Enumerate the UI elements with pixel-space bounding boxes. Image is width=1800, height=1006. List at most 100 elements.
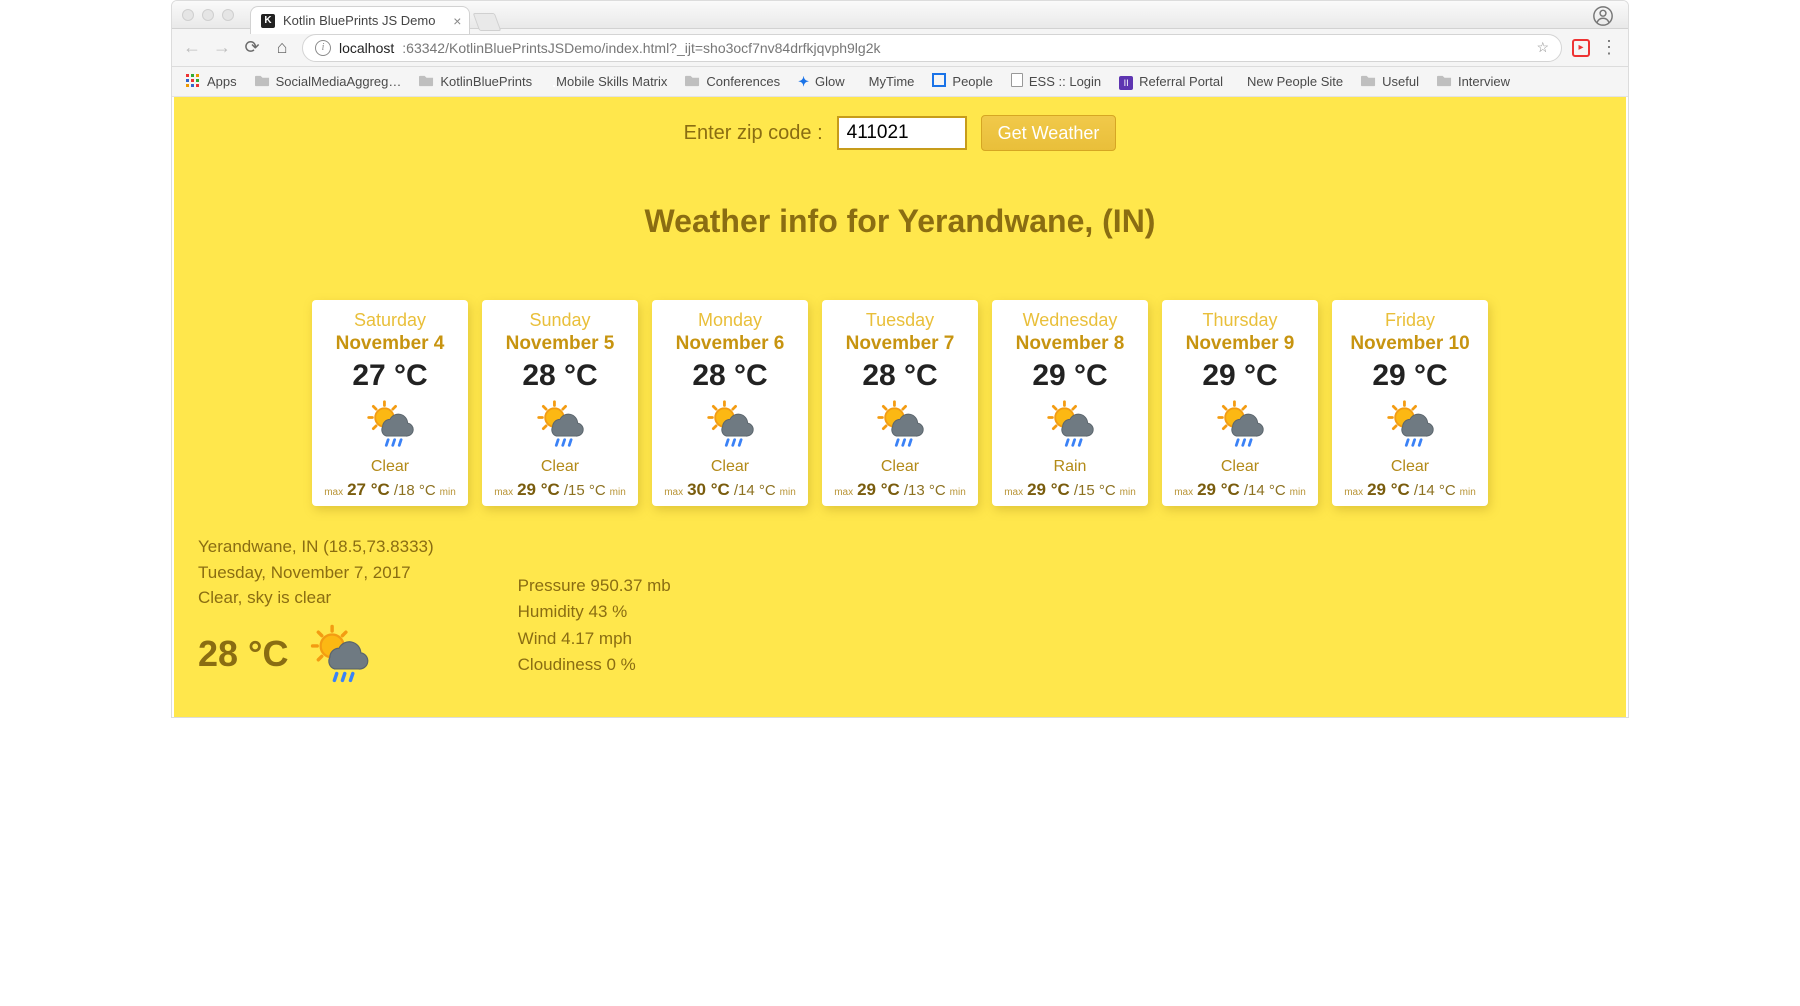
max-label: max: [494, 487, 513, 498]
bookmark-label: MyTime: [869, 74, 915, 89]
card-temp: 28 °C: [828, 359, 972, 393]
min-label: min: [610, 487, 626, 498]
card-min: /13 °C: [904, 482, 946, 499]
browser-menu-icon[interactable]: ⋮: [1600, 37, 1618, 58]
page-viewport: Enter zip code : Get Weather Weather inf…: [172, 97, 1628, 717]
bookmark-star-icon[interactable]: ☆: [1536, 39, 1549, 56]
bookmark-item[interactable]: Conferences: [685, 73, 780, 91]
forecast-cards: SaturdayNovember 427 °CClearmax27 °C /18…: [198, 300, 1602, 506]
reload-button[interactable]: ⟳: [242, 37, 262, 58]
card-temp: 28 °C: [658, 359, 802, 393]
weather-icon: [1213, 399, 1267, 449]
zip-input[interactable]: [837, 116, 967, 150]
bookmark-item[interactable]: Apps: [186, 74, 237, 89]
bookmark-item[interactable]: People: [932, 73, 992, 90]
bookmark-label: Interview: [1458, 74, 1510, 89]
min-label: min: [1460, 487, 1476, 498]
tab-strip: K Kotlin BluePrints JS Demo ×: [250, 4, 498, 34]
get-weather-button[interactable]: Get Weather: [981, 115, 1117, 151]
doc-icon: [1011, 73, 1023, 90]
bookmark-item[interactable]: IIReferral Portal: [1119, 74, 1223, 90]
card-temp: 27 °C: [318, 359, 462, 393]
bookmark-label: Apps: [207, 74, 237, 89]
home-button[interactable]: ⌂: [272, 37, 292, 58]
bookmark-item[interactable]: ESS :: Login: [1011, 73, 1101, 90]
card-range: max 29 °C /14 °C min: [1338, 480, 1482, 500]
card-min: /14 °C: [1244, 482, 1286, 499]
card-min: /14 °C: [734, 482, 776, 499]
card-min: /14 °C: [1414, 482, 1456, 499]
bookmark-item[interactable]: KotlinBluePrints: [419, 73, 532, 91]
bookmark-item[interactable]: MyTime: [863, 74, 915, 89]
card-temp: 29 °C: [998, 359, 1142, 393]
details-section: Yerandwane, IN (18.5,73.8333) Tuesday, N…: [198, 534, 1602, 685]
forecast-card[interactable]: WednesdayNovember 829 °CRainmax29 °C /15…: [992, 300, 1148, 506]
card-max: 30 °C: [687, 480, 730, 500]
close-tab-icon[interactable]: ×: [453, 13, 461, 29]
forecast-card[interactable]: SundayNovember 528 °CClearmax29 °C /15 °…: [482, 300, 638, 506]
site-info-icon[interactable]: i: [315, 40, 331, 56]
bookmark-label: ESS :: Login: [1029, 74, 1101, 89]
folder-icon: [1361, 73, 1376, 91]
details-left: Yerandwane, IN (18.5,73.8333) Tuesday, N…: [198, 534, 434, 685]
apps-icon: [186, 74, 201, 89]
card-date: November 10: [1338, 333, 1482, 355]
forecast-card[interactable]: MondayNovember 628 °CClearmax30 °C /14 °…: [652, 300, 808, 506]
window-controls[interactable]: [182, 9, 234, 21]
forecast-card[interactable]: FridayNovember 1029 °CClearmax29 °C /14 …: [1332, 300, 1488, 506]
bookmark-label: Conferences: [706, 74, 780, 89]
bookmark-item[interactable]: ✦ Glow: [798, 74, 845, 90]
forecast-card[interactable]: ThursdayNovember 929 °CClearmax29 °C /14…: [1162, 300, 1318, 506]
card-date: November 9: [1168, 333, 1312, 355]
url-host: localhost: [339, 40, 394, 56]
bookmark-item[interactable]: Interview: [1437, 73, 1510, 91]
bookmark-label: Glow: [815, 74, 845, 89]
bookmark-label: Mobile Skills Matrix: [556, 74, 667, 89]
card-day: Saturday: [318, 310, 462, 331]
profile-avatar-icon[interactable]: [1592, 5, 1614, 32]
browser-tab[interactable]: K Kotlin BluePrints JS Demo ×: [250, 6, 470, 34]
zip-label: Enter zip code :: [684, 122, 823, 145]
bookmark-label: KotlinBluePrints: [440, 74, 532, 89]
max-label: max: [324, 487, 343, 498]
forecast-card[interactable]: TuesdayNovember 728 °CClearmax29 °C /13 …: [822, 300, 978, 506]
card-range: max 29 °C /15 °C min: [488, 480, 632, 500]
forward-button[interactable]: →: [212, 37, 232, 58]
card-day: Thursday: [1168, 310, 1312, 331]
min-label: min: [1120, 487, 1136, 498]
pressure-line: Pressure 950.37 mb: [518, 573, 671, 599]
bookmark-item[interactable]: Useful: [1361, 73, 1419, 91]
browser-window: K Kotlin BluePrints JS Demo × ← → ⟳ ⌂ i …: [171, 0, 1629, 718]
card-max: 29 °C: [517, 480, 560, 500]
weather-icon: [1383, 399, 1437, 449]
max-label: max: [1174, 487, 1193, 498]
card-range: max30 °C /14 °Cmin: [658, 480, 802, 500]
wind-line: Wind 4.17 mph: [518, 626, 671, 652]
bookmarks-bar: Apps SocialMediaAggreg… KotlinBluePrints Mo…: [172, 67, 1628, 97]
card-max: 29 °C: [857, 480, 900, 500]
tab-favicon-icon: K: [261, 14, 275, 28]
bookmark-item[interactable]: New People Site: [1241, 74, 1343, 89]
max-label: max: [1344, 487, 1363, 498]
forecast-card[interactable]: SaturdayNovember 427 °CClearmax27 °C /18…: [312, 300, 468, 506]
card-max: 29 °C: [1027, 480, 1070, 500]
address-bar[interactable]: i localhost:63342/KotlinBluePrintsJSDemo…: [302, 34, 1562, 62]
card-max: 29 °C: [1197, 480, 1240, 500]
card-min: /15 °C: [1074, 482, 1116, 499]
bookmark-item[interactable]: Mobile Skills Matrix: [550, 74, 667, 89]
card-condition: Clear: [1338, 458, 1482, 476]
weather-icon: [304, 623, 374, 685]
page-title: Weather info for Yerandwane, (IN): [198, 203, 1602, 240]
bookmark-item[interactable]: SocialMediaAggreg…: [255, 73, 402, 91]
maximize-window-icon[interactable]: [222, 9, 234, 21]
bookmark-label: Referral Portal: [1139, 74, 1223, 89]
new-tab-button[interactable]: [473, 13, 502, 31]
weather-icon: [363, 399, 417, 449]
card-min: /15 °C: [564, 482, 606, 499]
back-button[interactable]: ←: [182, 37, 202, 58]
glow-icon: ✦: [798, 74, 809, 90]
minimize-window-icon[interactable]: [202, 9, 214, 21]
extension-icon[interactable]: ▸: [1572, 39, 1590, 57]
card-max: 29 °C: [1367, 480, 1410, 500]
close-window-icon[interactable]: [182, 9, 194, 21]
